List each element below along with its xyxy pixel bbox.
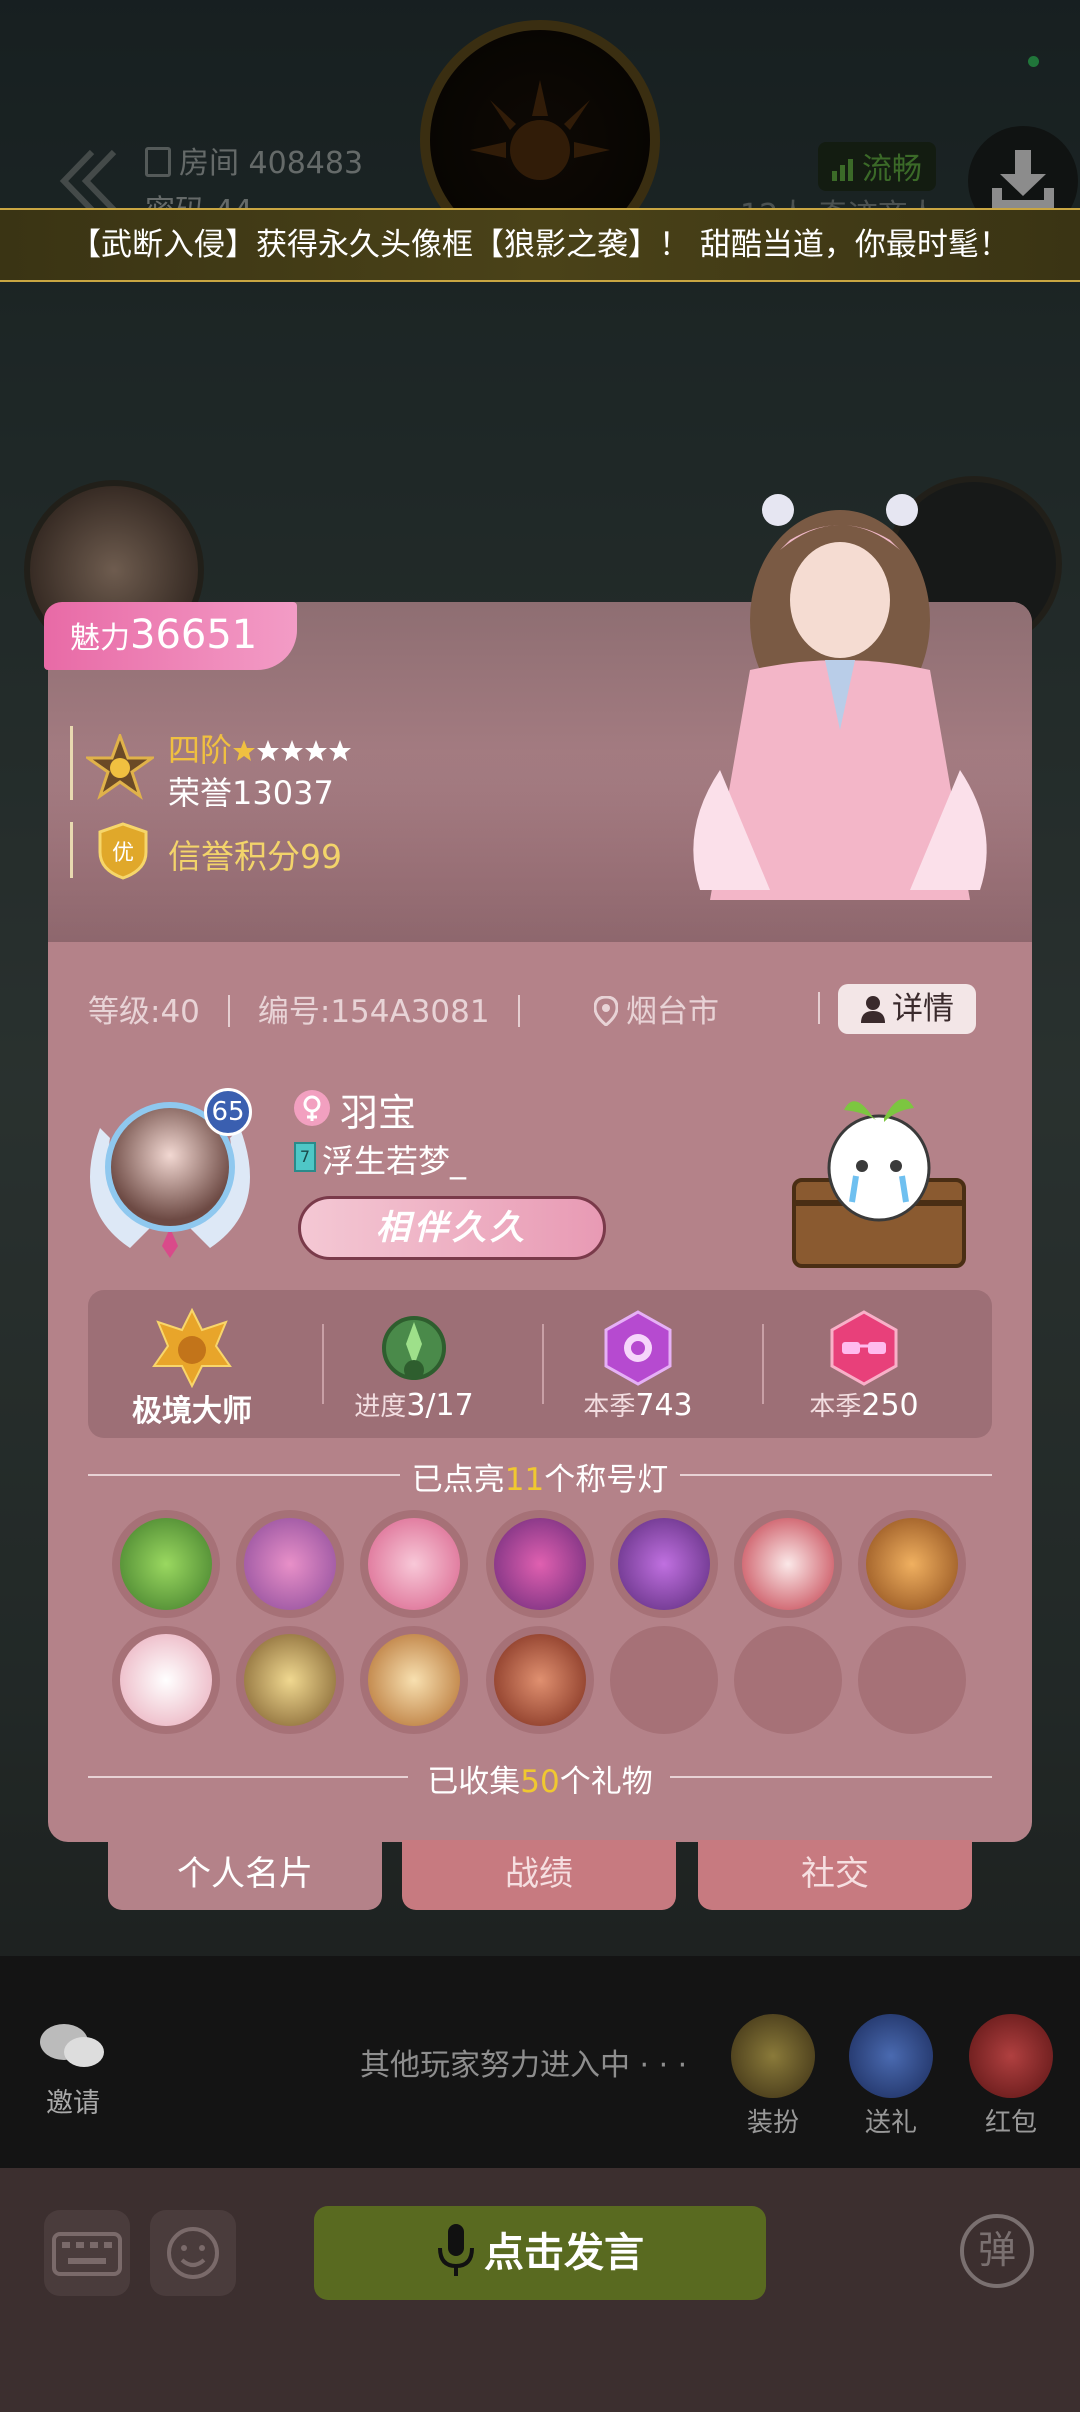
rank-tier-line: 四阶	[168, 732, 352, 768]
female-gender-icon	[294, 1090, 330, 1126]
rank-stars	[232, 731, 352, 769]
rank-star-icon	[257, 740, 280, 761]
microphone-icon	[438, 2224, 474, 2276]
title-lamps-heading: 已点亮11个称号灯	[411, 1462, 669, 1498]
speak-button[interactable]: 点击发言	[314, 2206, 766, 2300]
title-lamp-love-letter[interactable]	[734, 1510, 842, 1618]
title-lamp-purple-medal[interactable]	[610, 1510, 718, 1618]
title-lamp-empty	[610, 1626, 718, 1734]
title-lamp-yellow-portrait[interactable]	[236, 1626, 344, 1734]
waiting-status: 其他玩家努力进入中 · · ·	[360, 2048, 688, 2083]
title-lamp-wolf[interactable]	[360, 1626, 468, 1734]
send-gift-button[interactable]: 送礼	[846, 2014, 936, 2139]
dress-up-button[interactable]: 装扮	[728, 2014, 818, 2139]
pink-sunglasses-gem-icon	[830, 1310, 898, 1386]
player-id: 编号:154A3081	[257, 994, 490, 1030]
charm-badge: 魅力36651	[44, 602, 298, 670]
green-wreath-emblem-icon	[382, 1316, 446, 1380]
stats-panel: 极境大师 进度3/17 本季743 本季250	[88, 1290, 992, 1438]
title-lamp-red-wolf[interactable]	[486, 1626, 594, 1734]
avatar-level-badge: 65	[204, 1088, 252, 1136]
honor-points: 荣誉13037	[168, 774, 334, 812]
svg-text:优: 优	[112, 841, 134, 866]
stat-rank[interactable]: 极境大师	[92, 1290, 292, 1438]
radish-pet-in-suitcase-icon	[792, 1099, 966, 1268]
player-level: 等级:40	[88, 994, 200, 1030]
title-lamp-golden-hand[interactable]	[858, 1510, 966, 1618]
location-divider	[818, 992, 820, 1024]
tab-records[interactable]: 战绩	[402, 1840, 676, 1910]
title-lamp-pink-doll[interactable]	[360, 1510, 468, 1618]
title-lamp-white-rose[interactable]	[112, 1626, 220, 1734]
guild-level-badge: 7	[294, 1142, 316, 1172]
chat-bubbles-icon	[40, 2024, 104, 2067]
rank-star-icon	[329, 740, 352, 761]
barrage-toggle[interactable]: 弹	[960, 2214, 1034, 2288]
player-avatar-frame[interactable]: 65	[70, 1088, 270, 1258]
location: 烟台市	[593, 986, 719, 1031]
location-text: 烟台市	[626, 994, 719, 1030]
title-lamp-green-leaf[interactable]	[112, 1510, 220, 1618]
keyboard-icon	[52, 2232, 122, 2276]
credit-shield-icon: 优	[98, 822, 148, 880]
character-avatar-illustration	[693, 494, 987, 900]
purple-rose-gem-icon	[604, 1310, 672, 1386]
rank-star-icon	[233, 740, 256, 761]
companion-tag: 相伴久久	[298, 1196, 606, 1260]
guild-name[interactable]: 浮生若梦_	[322, 1136, 466, 1182]
stat-season-pink[interactable]: 本季250	[764, 1290, 964, 1438]
rank-tier: 四阶	[168, 731, 233, 769]
title-lamp-potion[interactable]	[486, 1510, 594, 1618]
wardrobe-icon	[731, 2014, 815, 2098]
rank-star-icon	[281, 740, 304, 761]
tab-social[interactable]: 社交	[698, 1840, 972, 1910]
title-lamp-empty	[734, 1626, 842, 1734]
details-button[interactable]: 详情	[838, 984, 976, 1034]
title-lamp-pink-crystal[interactable]	[236, 1510, 344, 1618]
stat-progress[interactable]: 进度3/17	[314, 1290, 514, 1438]
announcement-banner: 【武断入侵】获得永久头像框【狼影之袭】！ 甜酷当道，你最时髦！	[0, 208, 1080, 282]
rank-star-icon	[305, 740, 328, 761]
gift-box-icon	[849, 2014, 933, 2098]
player-nickname: 羽宝	[340, 1091, 417, 1135]
person-icon	[861, 996, 885, 1023]
credit-divider	[70, 822, 73, 878]
smiley-icon	[167, 2227, 219, 2279]
red-packet-button[interactable]: 红包	[966, 2014, 1056, 2139]
gifts-heading: 已收集50个礼物	[427, 1764, 653, 1800]
title-lamp-empty	[858, 1626, 966, 1734]
location-pin-icon	[593, 995, 619, 1027]
charm-value: 36651	[130, 612, 258, 658]
golden-lion-emblem-icon	[152, 1308, 232, 1388]
rank-divider	[70, 726, 87, 800]
emoji-button[interactable]	[150, 2210, 236, 2296]
credit-score: 信誉积分99	[168, 837, 342, 876]
profile-info-row: 等级:40 编号:154A3081	[88, 986, 548, 1031]
keyboard-button[interactable]	[44, 2210, 130, 2296]
invite-button[interactable]: 邀请	[38, 2020, 108, 2120]
tab-profile-card[interactable]: 个人名片	[108, 1840, 382, 1910]
rank-star-emblem-icon	[86, 734, 154, 800]
red-envelope-icon	[969, 2014, 1053, 2098]
stat-season-purple[interactable]: 本季743	[538, 1290, 738, 1438]
